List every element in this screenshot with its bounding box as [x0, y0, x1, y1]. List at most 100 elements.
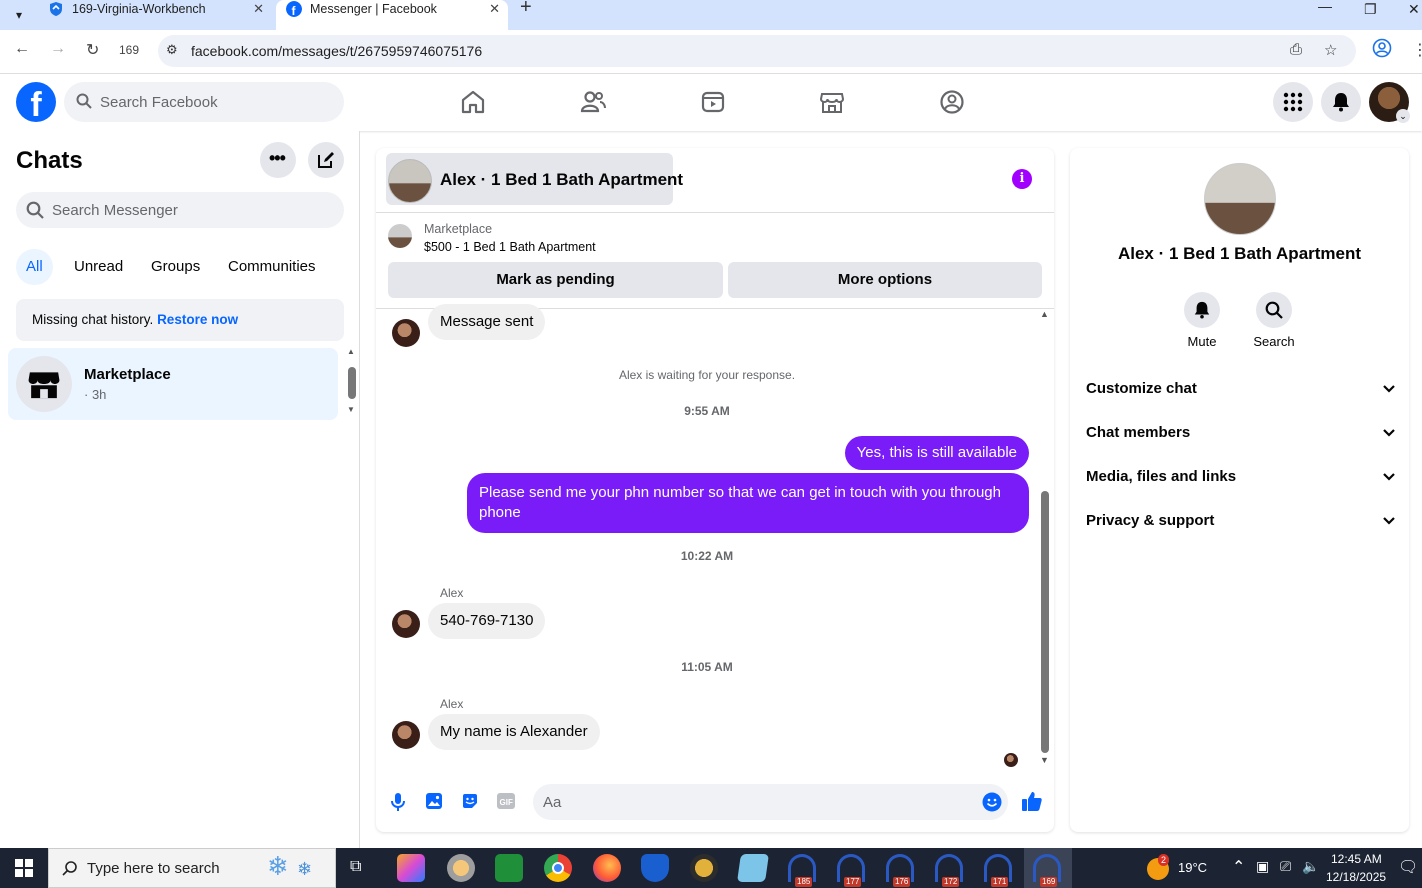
browser-menu-icon[interactable]: ⋮: [1412, 40, 1422, 60]
section-chat-members[interactable]: Chat members: [1086, 418, 1396, 448]
forward-icon[interactable]: →: [50, 40, 66, 58]
chat-list-item[interactable]: Marketplace · 3h: [8, 348, 338, 420]
remote-app-icon-171[interactable]: 171: [984, 854, 1012, 887]
message-field[interactable]: [533, 784, 1008, 820]
notifications-button[interactable]: [1321, 82, 1361, 122]
video-icon[interactable]: [699, 88, 727, 116]
gaming-icon[interactable]: [938, 88, 966, 116]
listing-price-title[interactable]: $500 - 1 Bed 1 Bath Apartment: [424, 240, 596, 254]
tab-search-button[interactable]: ▾: [8, 4, 30, 26]
windows-start-icon[interactable]: [15, 859, 33, 877]
url-text[interactable]: facebook.com/messages/t/2675959746075176: [191, 43, 482, 59]
section-customize-chat[interactable]: Customize chat: [1086, 374, 1396, 404]
vpn-shield-icon[interactable]: [641, 854, 669, 882]
meet-icon[interactable]: ▣: [1256, 858, 1269, 875]
facebook-search-input[interactable]: [100, 82, 330, 122]
new-message-button[interactable]: [308, 142, 344, 178]
omnibox[interactable]: ⚙ facebook.com/messages/t/26759597460751…: [158, 35, 1356, 67]
info-icon[interactable]: i: [1012, 169, 1032, 189]
listing-thumbnail[interactable]: [388, 224, 412, 248]
chat-list-scrollbar[interactable]: ▲ ▼: [347, 347, 357, 415]
clock-date[interactable]: 12/18/2025: [1326, 870, 1386, 884]
paint-icon[interactable]: [447, 854, 475, 882]
home-icon[interactable]: [459, 88, 487, 116]
message-bubble-incoming[interactable]: My name is Alexander: [428, 714, 600, 750]
close-tab-icon[interactable]: ✕: [489, 0, 500, 18]
marketplace-icon[interactable]: [818, 88, 846, 116]
temperature[interactable]: 19°C: [1178, 860, 1207, 875]
listing-avatar-large[interactable]: [1204, 163, 1276, 235]
minimize-icon[interactable]: —: [1318, 0, 1332, 14]
filter-all[interactable]: All: [16, 249, 53, 285]
mark-as-pending-button[interactable]: Mark as pending: [388, 262, 723, 298]
browser-tab-messenger[interactable]: f Messenger | Facebook ✕: [276, 0, 508, 30]
filter-communities[interactable]: Communities: [228, 249, 316, 285]
section-media-files-links[interactable]: Media, files and links: [1086, 462, 1396, 492]
photo-icon[interactable]: [425, 792, 443, 810]
xcalc-icon[interactable]: [690, 854, 718, 882]
facebook-logo[interactable]: f: [16, 82, 56, 122]
back-icon[interactable]: ←: [14, 40, 30, 58]
remote-app-icon-176[interactable]: 176: [886, 854, 914, 887]
chrome-profile-icon[interactable]: [1372, 38, 1392, 63]
profile-number-badge[interactable]: 169: [119, 43, 139, 57]
close-window-icon[interactable]: ✕: [1408, 1, 1420, 18]
taskbar-search[interactable]: ❄ ❄: [48, 848, 336, 888]
copilot-icon[interactable]: [397, 854, 425, 882]
section-privacy-support[interactable]: Privacy & support: [1086, 506, 1396, 536]
firefox-icon[interactable]: [593, 854, 621, 882]
missing-history-banner: Missing chat history. Restore now: [16, 299, 344, 341]
site-info-icon[interactable]: ⚙: [166, 42, 178, 58]
microphone-icon[interactable]: [390, 792, 406, 812]
emoji-icon[interactable]: [982, 792, 1002, 812]
browser-tab-workbench[interactable]: 169-Virginia-Workbench ✕: [36, 0, 272, 30]
message-bubble-outgoing[interactable]: Please send me your phn number so that w…: [467, 473, 1029, 533]
gif-icon[interactable]: GIF: [497, 792, 515, 810]
friends-icon[interactable]: [579, 88, 607, 116]
filter-unread[interactable]: Unread: [74, 249, 123, 285]
reload-icon[interactable]: ↻: [86, 40, 99, 60]
conversation-header[interactable]: Alex · 1 Bed 1 Bath Apartment: [386, 153, 683, 205]
restore-icon[interactable]: ❐: [1364, 1, 1377, 18]
snowflake-icon: ❄: [267, 851, 289, 881]
chevron-down-icon: [1383, 517, 1395, 525]
notification-center-icon[interactable]: 🗨: [1398, 857, 1418, 877]
more-options-button[interactable]: •••: [260, 142, 296, 178]
search-button[interactable]: Search: [1244, 292, 1304, 349]
spreadsheet-icon[interactable]: [495, 854, 523, 882]
remote-app-icon-172[interactable]: 172: [935, 854, 963, 887]
network-icon[interactable]: ⎚: [1280, 858, 1291, 875]
volume-icon[interactable]: 🔈: [1302, 858, 1319, 875]
thumbs-up-icon[interactable]: [1021, 790, 1043, 812]
bookmark-star-icon[interactable]: ☆: [1324, 41, 1337, 59]
install-app-icon[interactable]: ⎙: [1290, 41, 1302, 58]
chrome-icon[interactable]: [544, 854, 572, 882]
facebook-search[interactable]: [64, 82, 344, 122]
menu-grid-button[interactable]: [1273, 82, 1313, 122]
show-hidden-icons[interactable]: ⌃: [1232, 857, 1245, 877]
close-tab-icon[interactable]: ✕: [253, 0, 264, 18]
restore-now-link[interactable]: Restore now: [157, 312, 238, 327]
message-thread: Message sent Alex is waiting for your re…: [376, 304, 1054, 770]
task-view-icon[interactable]: ⧉: [350, 858, 361, 876]
notepad-icon[interactable]: [737, 854, 769, 882]
filter-groups[interactable]: Groups: [151, 249, 200, 285]
search-icon: [62, 861, 77, 876]
messenger-search[interactable]: [16, 192, 344, 228]
message-input[interactable]: [543, 784, 973, 820]
account-avatar[interactable]: ⌄: [1369, 82, 1410, 123]
conversation-scrollbar[interactable]: ▲ ▼: [1040, 309, 1050, 771]
sticker-icon[interactable]: [461, 792, 479, 810]
taskbar-search-input[interactable]: [87, 849, 257, 887]
message-bubble-incoming[interactable]: 540-769-7130: [428, 603, 546, 639]
remote-app-icon-185[interactable]: 185: [788, 854, 816, 887]
message-bubble-outgoing[interactable]: Yes, this is still available: [844, 436, 1029, 470]
remote-app-icon-177[interactable]: 177: [837, 854, 865, 887]
message-bubble-incoming[interactable]: Message sent: [428, 304, 546, 340]
clock-time[interactable]: 12:45 AM: [1331, 852, 1382, 866]
messenger-search-input[interactable]: [52, 192, 332, 228]
mute-button[interactable]: Mute: [1172, 292, 1232, 349]
more-options-button[interactable]: More options: [728, 262, 1042, 298]
new-tab-icon[interactable]: +: [520, 0, 532, 19]
remote-app-icon-169[interactable]: 169: [1033, 854, 1061, 887]
